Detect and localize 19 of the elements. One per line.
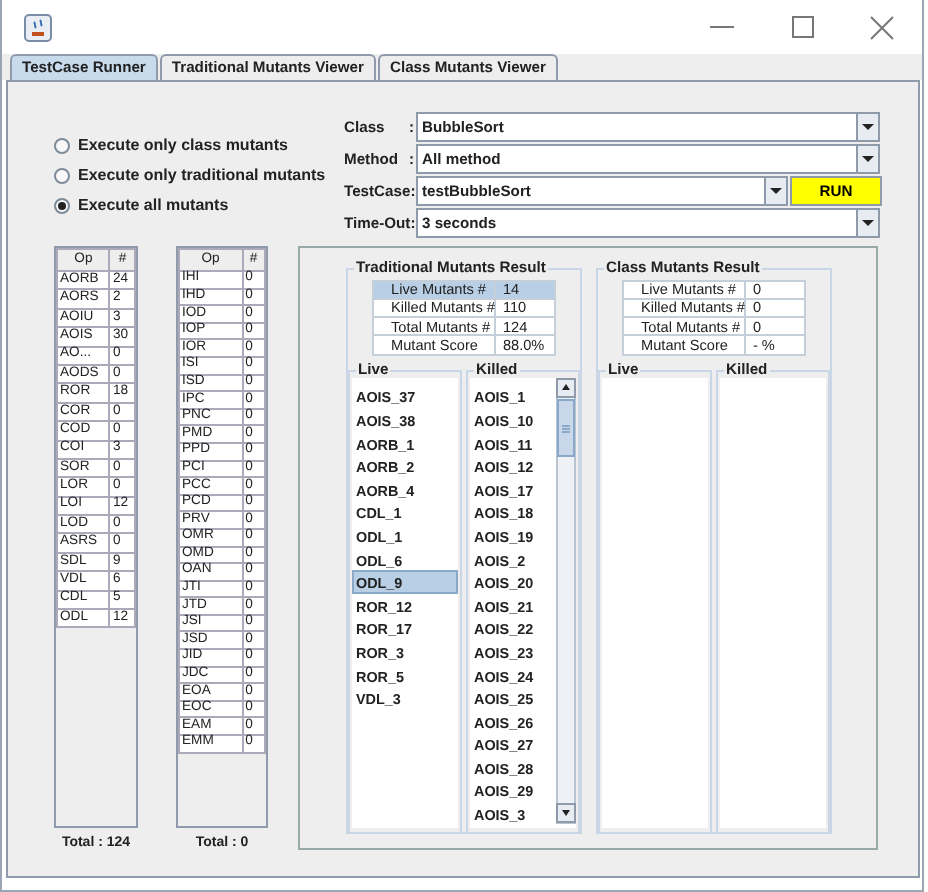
caret-icon bbox=[862, 156, 874, 162]
close-icon bbox=[870, 15, 894, 39]
caret-icon bbox=[862, 124, 874, 130]
dropdown-button[interactable] bbox=[858, 144, 880, 174]
radio-button[interactable] bbox=[54, 167, 70, 183]
maximize-icon bbox=[791, 16, 813, 38]
scrollbar[interactable] bbox=[556, 378, 576, 825]
caret-icon bbox=[862, 220, 874, 226]
dropdown-button[interactable] bbox=[858, 112, 880, 142]
caret-icon bbox=[770, 188, 782, 194]
dropdown-button[interactable] bbox=[766, 176, 788, 206]
minimize-icon bbox=[710, 26, 734, 28]
radio-label: Execute all mutants bbox=[78, 197, 229, 213]
radio-button[interactable] bbox=[54, 197, 70, 213]
radio-label: Execute only traditional mutants bbox=[78, 167, 326, 183]
app-icon bbox=[24, 13, 52, 41]
radio-button[interactable] bbox=[54, 137, 70, 153]
dropdown-button[interactable] bbox=[858, 208, 880, 238]
radio-label: Execute only class mutants bbox=[78, 137, 288, 153]
